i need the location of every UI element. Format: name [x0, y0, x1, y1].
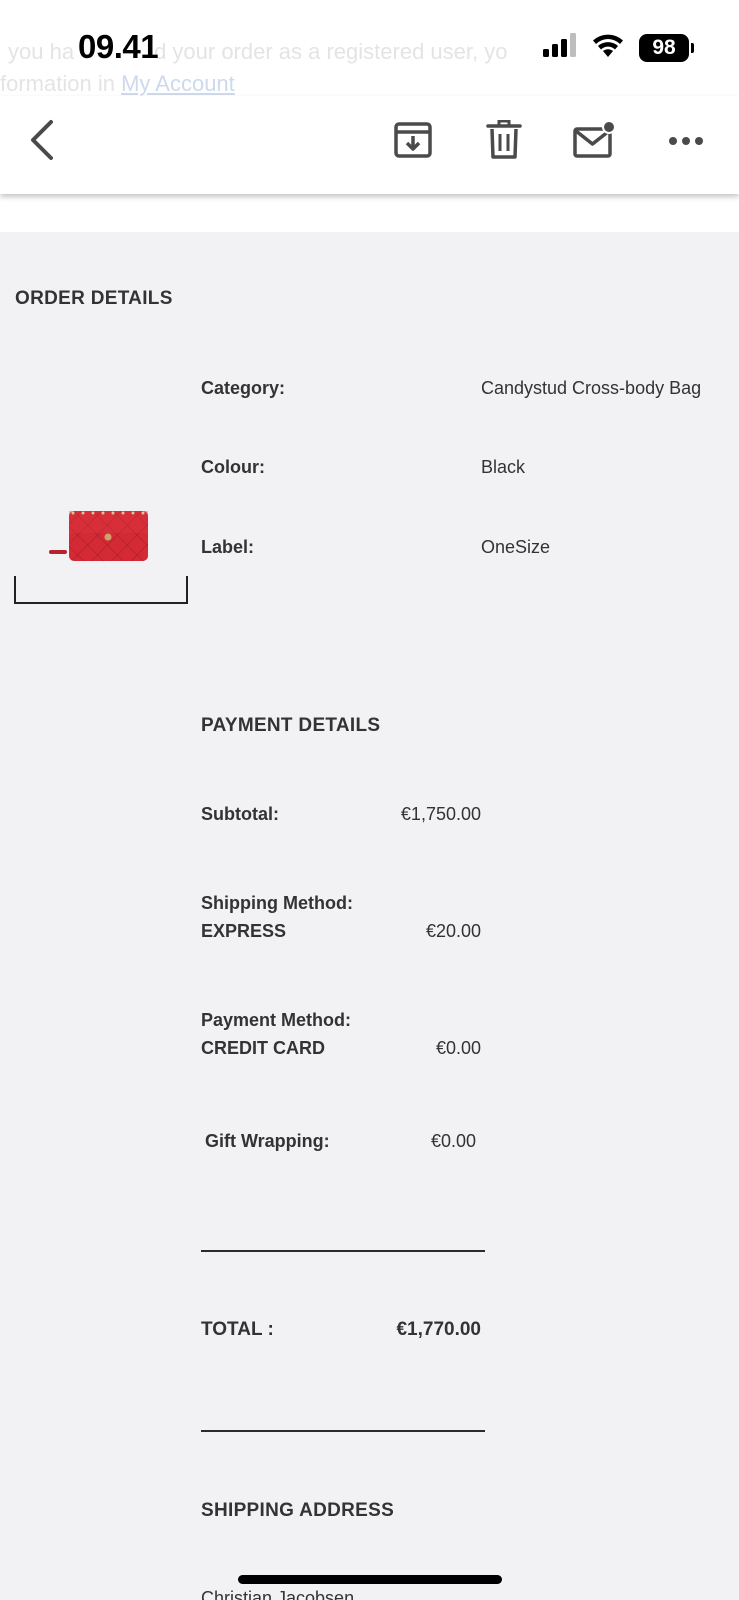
- red-quilted-bag-icon: [48, 505, 152, 572]
- size-label: Label:: [201, 537, 255, 557]
- trash-icon: [486, 119, 522, 165]
- product-image-frame: [14, 576, 188, 604]
- back-chevron-icon: [27, 119, 57, 166]
- home-indicator: [238, 1575, 502, 1584]
- mail-unread-icon: [572, 119, 616, 165]
- subtotal-value: €1,750.00: [400, 804, 481, 824]
- wifi-icon: [591, 32, 625, 63]
- mark-unread-button[interactable]: [570, 118, 618, 166]
- archive-icon: [393, 120, 433, 165]
- shipping-method-value: EXPRESS: [201, 921, 287, 941]
- payment-method-value: CREDIT CARD: [201, 1038, 325, 1058]
- payment-cost: €0.00: [435, 1038, 481, 1058]
- more-icon: [669, 133, 703, 151]
- archive-button[interactable]: [389, 118, 437, 166]
- shipping-cost: €20.00: [425, 921, 481, 941]
- product-image[interactable]: [14, 345, 188, 605]
- total-value: €1,770.00: [396, 1319, 481, 1340]
- shipping-method-label: Shipping Method:: [201, 893, 353, 913]
- gift-wrapping-label: Gift Wrapping:: [205, 1131, 330, 1151]
- shipping-name: Christian Jacobsen: [201, 1588, 355, 1600]
- status-icons: 98: [543, 32, 694, 63]
- colour-value: Black: [481, 457, 526, 477]
- toolbar-spacer: [0, 194, 739, 232]
- status-time: 09.41: [78, 28, 159, 65]
- divider: [201, 1430, 485, 1432]
- gift-wrapping-cost: €0.00: [430, 1131, 476, 1151]
- total-label: TOTAL :: [201, 1319, 274, 1340]
- back-button[interactable]: [18, 118, 66, 166]
- cellular-signal-icon: [543, 33, 577, 62]
- delete-button[interactable]: [480, 118, 528, 166]
- battery-icon: 98: [639, 33, 694, 62]
- intro-text-fragment: d your order as a registered user, yo: [154, 39, 508, 64]
- my-account-link[interactable]: My Account: [121, 71, 235, 96]
- mail-toolbar: [0, 96, 739, 194]
- shipping-address-title: SHIPPING ADDRESS: [201, 1500, 395, 1521]
- colour-label: Colour:: [201, 457, 265, 477]
- category-label: Category:: [201, 378, 286, 398]
- category-value: Candystud Cross-body Bag: [481, 378, 702, 398]
- payment-details-title: PAYMENT DETAILS: [201, 715, 381, 736]
- more-button[interactable]: [662, 118, 710, 166]
- intro-text-fragment: formation in: [0, 71, 122, 96]
- intro-text-fragment: you ha: [8, 39, 75, 64]
- subtotal-label: Subtotal:: [201, 804, 279, 824]
- divider: [201, 1250, 485, 1252]
- payment-method-label: Payment Method:: [201, 1010, 352, 1030]
- order-details-title: ORDER DETAILS: [15, 288, 173, 309]
- size-value: OneSize: [481, 537, 551, 557]
